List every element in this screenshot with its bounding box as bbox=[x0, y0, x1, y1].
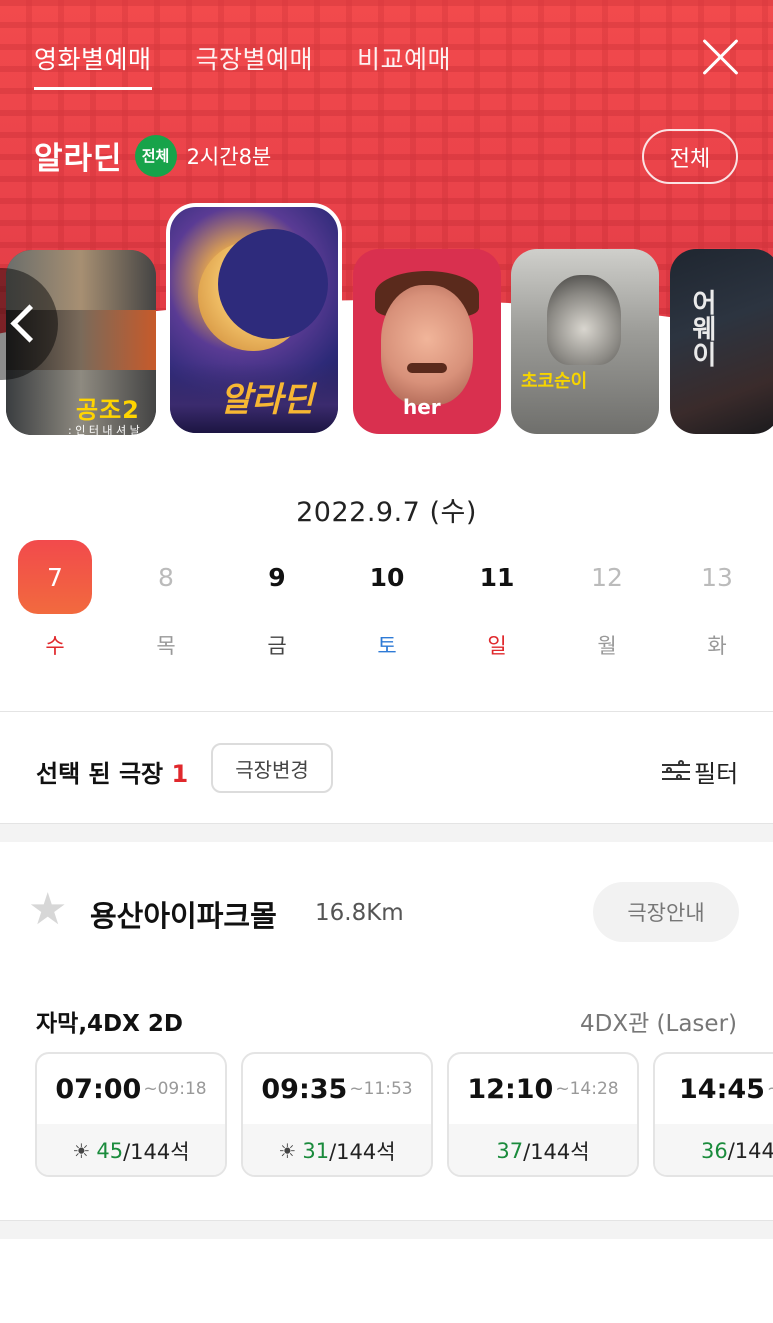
date-day-13[interactable]: 13 bbox=[680, 540, 754, 614]
section-spacer bbox=[0, 824, 773, 842]
poster-title: 어웨이 bbox=[687, 289, 717, 367]
date-day-10[interactable]: 10 bbox=[350, 540, 424, 614]
weekday-label: 금 bbox=[267, 634, 287, 658]
selected-date: 2022.9.7 (수) bbox=[296, 497, 477, 528]
selected-theater-count: 1 bbox=[171, 760, 189, 788]
movie-header: 영화별예매 극장별예매 비교예매 알라딘 전체 2시간8분 전체 공조2 : 인… bbox=[0, 0, 773, 470]
poster-her[interactable]: her bbox=[353, 249, 501, 434]
theater-name: 용산아이파크몰 bbox=[90, 899, 277, 933]
date-day-8[interactable]: 8 bbox=[129, 540, 203, 614]
available-seats: 31 bbox=[302, 1138, 330, 1163]
favorite-star-icon[interactable]: ★ bbox=[28, 888, 72, 932]
date-day-9[interactable]: 9 bbox=[240, 540, 314, 614]
total-seats: /144석 bbox=[123, 1139, 190, 1164]
poster-title: 초코순이 bbox=[521, 371, 588, 392]
section-spacer bbox=[0, 1221, 773, 1239]
all-movies-button[interactable]: 전체 bbox=[642, 129, 738, 184]
screening-format: 자막,4DX 2D bbox=[36, 1011, 183, 1037]
poster-title: 공조2 bbox=[76, 396, 140, 424]
weekday-label: 화 bbox=[707, 634, 727, 658]
booking-tabs: 영화별예매 극장별예매 비교예매 bbox=[34, 40, 451, 90]
theater-distance: 16.8Km bbox=[315, 900, 404, 926]
hall-name: 4DX관 (Laser) bbox=[579, 1011, 737, 1037]
total-seats: /144 bbox=[727, 1138, 773, 1163]
date-day-12[interactable]: 12 bbox=[570, 540, 644, 614]
poster-boksun[interactable]: 초코순이 bbox=[511, 249, 659, 434]
poster-title: her bbox=[403, 395, 441, 419]
theater-info-button[interactable]: 극장안내 bbox=[593, 882, 739, 942]
showtime-end: ~14:28 bbox=[555, 1079, 619, 1099]
tab-compare[interactable]: 비교예매 bbox=[357, 40, 451, 90]
showtime-slot[interactable]: 07:00 ~09:18 ☀ 45/144석 bbox=[35, 1052, 227, 1177]
filter-button[interactable]: 필터 bbox=[662, 754, 738, 789]
movie-runtime: 2시간8분 bbox=[186, 144, 272, 169]
filter-label: 필터 bbox=[694, 760, 739, 788]
showtime-end: ~11:53 bbox=[349, 1079, 413, 1099]
poster-away[interactable]: 어웨이 bbox=[670, 249, 773, 434]
rating-badge: 전체 bbox=[134, 134, 177, 177]
date-day-11[interactable]: 11 bbox=[460, 540, 534, 614]
date-day-7[interactable]: 7 bbox=[18, 540, 92, 614]
poster-aladdin-selected[interactable]: 알라딘 bbox=[166, 203, 342, 437]
showtime-end: ~1 bbox=[767, 1079, 773, 1099]
showtime-start: 14:45 bbox=[679, 1073, 765, 1105]
selected-theater-label: 선택 된 극장 1 bbox=[36, 754, 188, 789]
weekday-label: 수 bbox=[45, 634, 65, 658]
movie-info: 알라딘 전체 2시간8분 bbox=[34, 133, 271, 178]
showtime-end: ~09:18 bbox=[143, 1079, 207, 1099]
divider bbox=[0, 711, 773, 712]
total-seats: /144석 bbox=[523, 1139, 590, 1164]
showtime-start: 07:00 bbox=[55, 1073, 142, 1105]
change-theater-button[interactable]: 극장변경 bbox=[211, 743, 333, 793]
available-seats: 45 bbox=[96, 1138, 124, 1163]
movie-title: 알라딘 bbox=[34, 141, 123, 177]
morning-sun-icon: ☀ bbox=[278, 1138, 297, 1163]
showtime-slot[interactable]: 12:10 ~14:28 37/144석 bbox=[447, 1052, 639, 1177]
close-icon[interactable] bbox=[700, 37, 740, 77]
morning-sun-icon: ☀ bbox=[72, 1138, 91, 1163]
tab-by-movie[interactable]: 영화별예매 bbox=[34, 40, 152, 90]
showtime-slot[interactable]: 09:35 ~11:53 ☀ 31/144석 bbox=[241, 1052, 433, 1177]
showtime-start: 09:35 bbox=[261, 1073, 348, 1105]
weekday-label: 목 bbox=[156, 634, 176, 658]
selected-theater-text: 선택 된 극장 bbox=[36, 760, 164, 788]
weekday-label: 토 bbox=[377, 634, 397, 658]
showtime-start: 12:10 bbox=[467, 1073, 554, 1105]
filter-sliders-icon bbox=[662, 759, 690, 784]
available-seats: 36 bbox=[701, 1138, 728, 1163]
poster-subtitle: : 인 터 내 셔 날 bbox=[68, 424, 140, 435]
showtime-slot[interactable]: 14:45~1 36/144 bbox=[653, 1052, 773, 1177]
weekday-label: 일 bbox=[487, 634, 507, 658]
tab-by-theater[interactable]: 극장별예매 bbox=[196, 40, 314, 90]
weekday-label: 월 bbox=[597, 634, 617, 658]
available-seats: 37 bbox=[496, 1138, 524, 1163]
total-seats: /144석 bbox=[329, 1139, 396, 1164]
poster-title: 알라딘 bbox=[220, 380, 314, 420]
